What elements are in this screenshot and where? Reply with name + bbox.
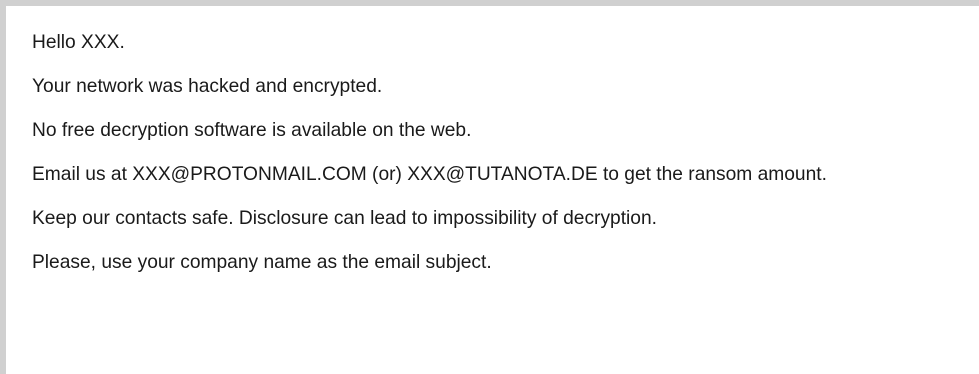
message-line-subject: Please, use your company name as the ema…: [32, 252, 492, 273]
message-greeting: Hello XXX.: [32, 32, 125, 53]
message-line-hacked: Your network was hacked and encrypted.: [32, 76, 383, 97]
ransom-note-panel: Hello XXX. Your network was hacked and e…: [0, 0, 979, 374]
ransom-message: Hello XXX. Your network was hacked and e…: [32, 32, 979, 296]
message-line-contact: Email us at XXX@PROTONMAIL.COM (or) XXX@…: [32, 164, 827, 185]
message-line-keep-safe: Keep our contacts safe. Disclosure can l…: [32, 208, 657, 229]
message-line-no-decryptor: No free decryption software is available…: [32, 120, 472, 141]
